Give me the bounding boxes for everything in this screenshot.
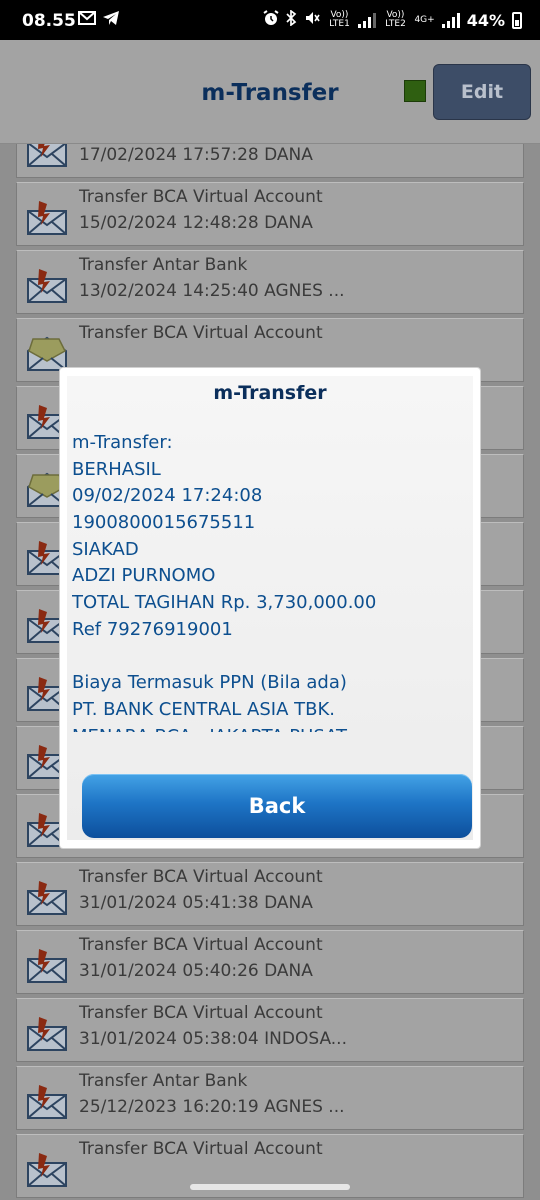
list-item-title: Transfer BCA Virtual Account [79,867,323,887]
list-item-subtitle: 15/02/2024 12:48:28 DANA [79,213,313,233]
mail-open-icon [27,335,69,371]
dialog-message[interactable]: m-Transfer: BERHASIL 09/02/2024 17:24:08 19… [72,430,468,732]
edit-button[interactable]: Edit [433,64,531,120]
message-line: BERHASIL [72,458,161,480]
list-item-title: Transfer BCA Virtual Account [79,323,323,343]
message-line: Biaya Termasuk PPN (Bila ada) [72,672,347,694]
list-item-title: Transfer BCA Virtual Account [79,935,323,955]
mail-urgent-icon [27,1083,69,1119]
list-item[interactable]: Transfer BCA Virtual Account 31/01/2024 0… [16,930,524,994]
gesture-bar[interactable] [190,1184,350,1190]
app-header: m-Transfer Edit [0,40,540,144]
message-line: SIAKAD [72,538,139,560]
message-line: ADZI PURNOMO [72,565,216,587]
message-line [72,644,468,671]
status-indicator [404,80,426,102]
mail-urgent-icon [27,144,69,167]
mail-urgent-icon [27,947,69,983]
list-item-title: Transfer BCA Virtual Account [79,1139,323,1159]
battery-icon [512,11,522,29]
list-item-subtitle: 31/01/2024 05:41:38 DANA [79,893,313,913]
list-item-title: Transfer Antar Bank [79,255,248,275]
list-item[interactable]: Transfer Antar Bank 13/02/2024 14:25:40 A… [16,250,524,314]
telegram-icon [102,10,120,30]
list-item[interactable]: Transfer BCA Virtual Account 31/01/2024 0… [16,998,524,1062]
list-item-title: Transfer BCA Virtual Account [79,187,323,207]
message-line: Ref 79276919001 [72,618,233,640]
mail-urgent-icon [27,267,69,303]
sim1-label: Vo)) LTE1 [329,10,350,29]
signal-icon-2 [441,12,460,28]
message-line: 09/02/2024 17:24:08 [72,485,263,507]
list-item[interactable]: Transfer Antar Bank 25/12/2023 16:20:19 A… [16,1066,524,1130]
gmail-icon [78,10,96,30]
signal-icon-1 [358,12,377,28]
mail-urgent-icon [27,1151,69,1187]
mail-urgent-icon [27,879,69,915]
list-item[interactable]: Transfer BCA Virtual Account 15/02/2024 1… [16,182,524,246]
alarm-icon [263,10,280,30]
message-line: MENARA BCA - JAKARTA PUSAT [72,724,468,732]
mail-urgent-icon [27,1015,69,1051]
message-line: PT. BANK CENTRAL ASIA TBK. [72,698,336,720]
sim2-label: Vo)) LTE2 [385,10,406,29]
list-item-subtitle: 31/01/2024 05:38:04 INDOSA... [79,1029,347,1049]
status-time: 08.55 [22,11,76,31]
status-bar: 08.55 Vo)) LTE1 Vo)) LTE2 4G+ 44% [0,0,540,40]
battery-percent: 44% [466,10,505,30]
message-line: TOTAL TAGIHAN Rp. 3,730,000.00 [72,592,377,614]
mail-urgent-icon [27,199,69,235]
message-line: m-Transfer: [72,432,173,453]
dialog-title: m-Transfer [213,382,327,404]
list-item[interactable]: Transfer BCA Virtual Account 31/01/2024 0… [16,862,524,926]
result-dialog: m-Transfer m-Transfer: BERHASIL 09/02/2024… [60,368,480,848]
list-item-subtitle: 31/01/2024 05:40:26 DANA [79,961,313,981]
list-item[interactable]: 17/02/2024 17:57:28 DANA [16,144,524,178]
network-type: 4G+ [414,14,435,25]
list-item-subtitle: 25/12/2023 16:20:19 AGNES ... [79,1097,345,1117]
list-item-title: Transfer BCA Virtual Account [79,1003,323,1023]
list-item-subtitle: 13/02/2024 14:25:40 AGNES ... [79,281,345,301]
mute-icon [304,10,321,30]
bluetooth-icon [286,9,297,30]
message-line: 1900800015675511 [72,512,256,534]
list-item-title: Transfer Antar Bank [79,1071,248,1091]
back-button[interactable]: Back [82,774,472,838]
list-item-subtitle: 17/02/2024 17:57:28 DANA [79,145,313,165]
